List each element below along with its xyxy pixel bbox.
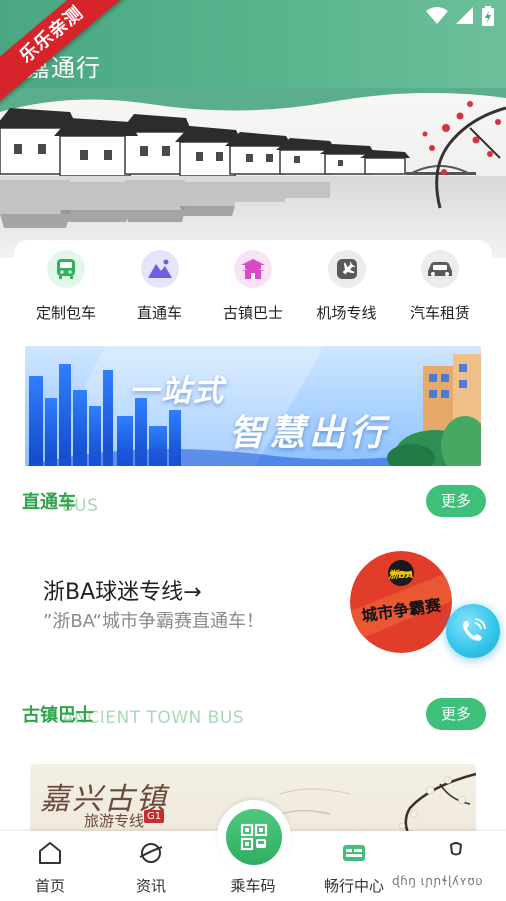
- service-label: 汽车租赁: [409, 304, 470, 322]
- direct-more-button[interactable]: 更多: [426, 485, 486, 517]
- route-title[interactable]: 浙BA球迷专线→: [43, 574, 202, 606]
- service-ancient-town-bus[interactable]: 古镇巴士: [207, 240, 299, 340]
- town-card-badge: G1: [144, 810, 165, 823]
- phone-call-button[interactable]: [446, 604, 500, 658]
- pagoda-icon: [234, 250, 272, 288]
- qr-bus-icon: [240, 823, 268, 851]
- nav-home[interactable]: 首页: [0, 831, 100, 901]
- status-bar: [426, 6, 494, 26]
- services-card: 定制包车 直通车 古镇巴士 机场专线 汽车租赁: [14, 240, 492, 340]
- signal-icon: [456, 7, 473, 24]
- car-icon: [421, 250, 459, 288]
- user-icon: [449, 842, 463, 856]
- town-title: 古镇巴士: [22, 705, 94, 726]
- mountain-icon: [140, 250, 179, 288]
- nav-news[interactable]: 资讯: [101, 831, 201, 901]
- service-label: 机场专线: [316, 304, 377, 322]
- route-image[interactable]: 浙BA 城市争霸赛: [350, 551, 452, 653]
- nav-label: 资讯: [135, 877, 166, 895]
- town-card-subtitle: 旅游专线: [84, 812, 145, 830]
- nav-label: 乘车码: [230, 877, 276, 895]
- nav-label: 畅行中心: [323, 877, 384, 895]
- home-icon: [39, 842, 61, 864]
- ride-code-button[interactable]: [226, 809, 282, 865]
- ticket-icon: [343, 845, 365, 861]
- banner-line2: 智慧出行: [229, 413, 390, 454]
- hero-painting: [0, 88, 506, 258]
- route-image-badge: 浙BA: [388, 570, 414, 581]
- service-direct-bus[interactable]: 直通车: [114, 240, 206, 340]
- battery-icon: [482, 6, 494, 26]
- service-airport-line[interactable]: 机场专线: [301, 240, 393, 340]
- nav-label: 首页: [34, 877, 65, 895]
- service-custom-charter[interactable]: 定制包车: [20, 240, 112, 340]
- planet-icon: [139, 843, 163, 863]
- route-description: ”浙BA“城市争霸赛直通车！: [43, 611, 264, 632]
- service-car-rental[interactable]: 汽车租赁: [394, 240, 486, 340]
- overlay-watermark: ɖɦŋ ɩɲɲɬɭʎʏʊʋ: [392, 874, 483, 888]
- direct-title: 直通车: [22, 492, 76, 513]
- banner-line1: 一站式: [129, 374, 225, 409]
- service-label: 直通车: [136, 304, 182, 322]
- bus-icon: [47, 250, 85, 288]
- phone-icon: [463, 618, 486, 641]
- airplane-icon: [327, 250, 366, 288]
- wifi-icon: [426, 7, 448, 24]
- town-more-button[interactable]: 更多: [426, 698, 486, 730]
- nav-mine[interactable]: [406, 831, 506, 901]
- service-label: 古镇巴士: [222, 304, 283, 322]
- promo-banner[interactable]: 一站式 智慧出行: [25, 346, 481, 466]
- nav-travel-center[interactable]: 畅行中心: [304, 831, 404, 901]
- service-label: 定制包车: [35, 304, 96, 322]
